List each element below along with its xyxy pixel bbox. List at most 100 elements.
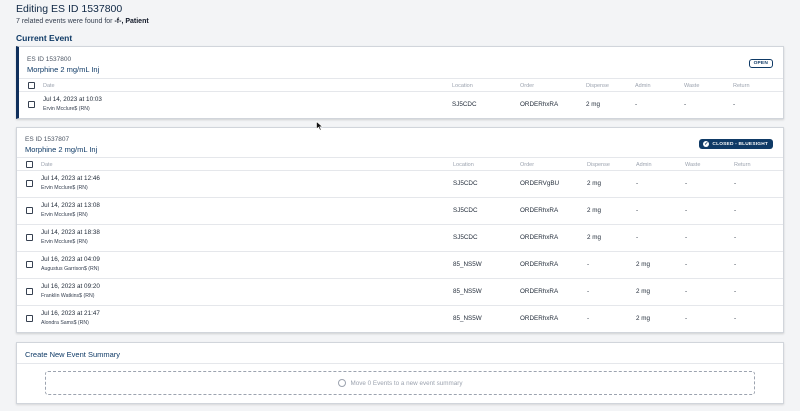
event-return: - [734, 288, 737, 295]
event-waste: - [685, 234, 688, 241]
event-admin: - [636, 234, 639, 241]
event-dispense: 2 mg [587, 180, 601, 187]
event-order: ORDERhxRA [520, 234, 559, 241]
table-row[interactable]: Jul 14, 2023 at 13:08 Ervin Mcclure$ (RN… [17, 198, 783, 225]
event-user: Ervin Mcclure$ (RN) [43, 106, 90, 112]
status-badge: ✓ CLOSED - BLUESIGHT [699, 139, 773, 149]
create-summary-card: Create New Event Summary Move 0 Events t… [16, 342, 784, 404]
event-location: SJ5CDC [453, 180, 478, 187]
table-header-row: Date Location Order Dispense Admin Waste… [17, 157, 783, 171]
col-waste: Waste [684, 83, 700, 89]
row-checkbox[interactable] [26, 180, 33, 187]
col-date: Date [41, 162, 53, 168]
status-badge-label: CLOSED - BLUESIGHT [712, 141, 768, 147]
event-return: - [734, 234, 737, 241]
event-order: ORDERhxRA [520, 261, 559, 268]
row-checkbox[interactable] [26, 207, 33, 214]
event-location: 85_NS5W [453, 261, 482, 268]
event-return: - [734, 207, 737, 214]
event-admin: - [635, 101, 638, 108]
page-title: Editing ES ID 1537800 [16, 3, 123, 15]
status-badge: OPEN [748, 59, 773, 68]
related-events-summary: 7 related events were found for -f-, Pat… [16, 18, 149, 25]
table-row[interactable]: Jul 14, 2023 at 18:38 Ervin Mcclure$ (RN… [17, 225, 783, 252]
select-all-checkbox[interactable] [26, 161, 33, 168]
event-waste: - [685, 180, 688, 187]
col-admin: Admin [635, 83, 651, 89]
col-dispense: Dispense [586, 83, 609, 89]
event-order: ORDERVgBU [520, 180, 560, 187]
event-user: Alondra Sams$ (RN) [41, 320, 89, 326]
event-location: 85_NS5W [453, 288, 482, 295]
divider [17, 363, 783, 364]
col-date: Date [43, 83, 55, 89]
event-return: - [733, 101, 736, 108]
es-id-label: ES ID 1537807 [25, 136, 70, 143]
event-location: 85_NS5W [453, 315, 482, 322]
row-checkbox[interactable] [28, 101, 35, 108]
summary-prefix: 7 related events were found for [16, 18, 115, 25]
event-waste: - [685, 315, 688, 322]
col-waste: Waste [685, 162, 701, 168]
event-dispense: - [587, 288, 590, 295]
col-dispense: Dispense [587, 162, 610, 168]
event-waste: - [685, 261, 688, 268]
col-admin: Admin [636, 162, 652, 168]
related-event-card: ES ID 1537807 Morphine 2 mg/mL Inj ✓ CLO… [16, 127, 784, 333]
event-location: SJ5CDC [452, 101, 477, 108]
event-user: Augustus Garrison$ (RN) [41, 266, 100, 272]
row-checkbox[interactable] [26, 315, 33, 322]
event-return: - [734, 261, 737, 268]
col-location: Location [453, 162, 474, 168]
es-id-label: ES ID 1537800 [27, 56, 72, 63]
event-return: - [734, 180, 737, 187]
event-date: Jul 16, 2023 at 09:20 [41, 283, 100, 290]
event-user: Franklin Watkins$ (RN) [41, 293, 95, 299]
table-row[interactable]: Jul 16, 2023 at 04:09 Augustus Garrison$… [17, 252, 783, 279]
row-checkbox[interactable] [26, 288, 33, 295]
event-order: ORDERhxRA [520, 207, 559, 214]
select-all-checkbox[interactable] [28, 82, 35, 89]
event-admin: 2 mg [636, 288, 650, 295]
event-user: Ervin Mcclure$ (RN) [41, 212, 88, 218]
col-location: Location [452, 83, 473, 89]
move-events-dropzone[interactable]: Move 0 Events to a new event summary [45, 371, 755, 395]
check-circle-icon: ✓ [703, 141, 710, 147]
event-waste: - [685, 207, 688, 214]
create-summary-title: Create New Event Summary [25, 350, 121, 359]
event-dispense: 2 mg [587, 234, 601, 241]
patient-name: -f-, Patient [114, 18, 149, 25]
row-checkbox[interactable] [26, 234, 33, 241]
event-order: ORDERhxRA [520, 315, 559, 322]
event-date: Jul 14, 2023 at 18:38 [41, 229, 100, 236]
circle-icon [337, 379, 346, 387]
event-date: Jul 14, 2023 at 10:03 [43, 96, 102, 103]
col-order: Order [520, 83, 535, 89]
event-date: Jul 16, 2023 at 21:47 [41, 310, 100, 317]
move-events-text: Move 0 Events to a new event summary [350, 379, 463, 387]
mouse-cursor-icon [316, 121, 324, 131]
table-row[interactable]: Jul 16, 2023 at 09:20 Franklin Watkins$ … [17, 279, 783, 306]
table-header-row: Date Location Order Dispense Admin Waste… [19, 78, 783, 92]
event-dispense: 2 mg [587, 207, 601, 214]
event-date: Jul 14, 2023 at 12:46 [41, 175, 100, 182]
event-location: SJ5CDC [453, 207, 478, 214]
event-dispense: - [587, 315, 590, 322]
table-row[interactable]: Jul 14, 2023 at 10:03 Ervin Mcclure$ (RN… [19, 92, 783, 119]
event-order: ORDERhxRA [520, 101, 559, 108]
current-event-heading: Current Event [16, 33, 73, 43]
table-row[interactable]: Jul 16, 2023 at 21:47 Alondra Sams$ (RN)… [17, 306, 783, 333]
event-date: Jul 16, 2023 at 04:09 [41, 256, 100, 263]
event-admin: - [636, 207, 639, 214]
row-checkbox[interactable] [26, 261, 33, 268]
event-admin: - [636, 180, 639, 187]
drug-name: Morphine 2 mg/mL Inj [27, 65, 100, 74]
event-admin: 2 mg [636, 315, 650, 322]
event-waste: - [684, 101, 687, 108]
event-admin: 2 mg [636, 261, 650, 268]
table-row[interactable]: Jul 14, 2023 at 12:46 Ervin Mcclure$ (RN… [17, 171, 783, 198]
event-dispense: - [587, 261, 590, 268]
event-order: ORDERhxRA [520, 288, 559, 295]
drug-name: Morphine 2 mg/mL Inj [25, 145, 98, 154]
event-user: Ervin Mcclure$ (RN) [41, 239, 88, 245]
